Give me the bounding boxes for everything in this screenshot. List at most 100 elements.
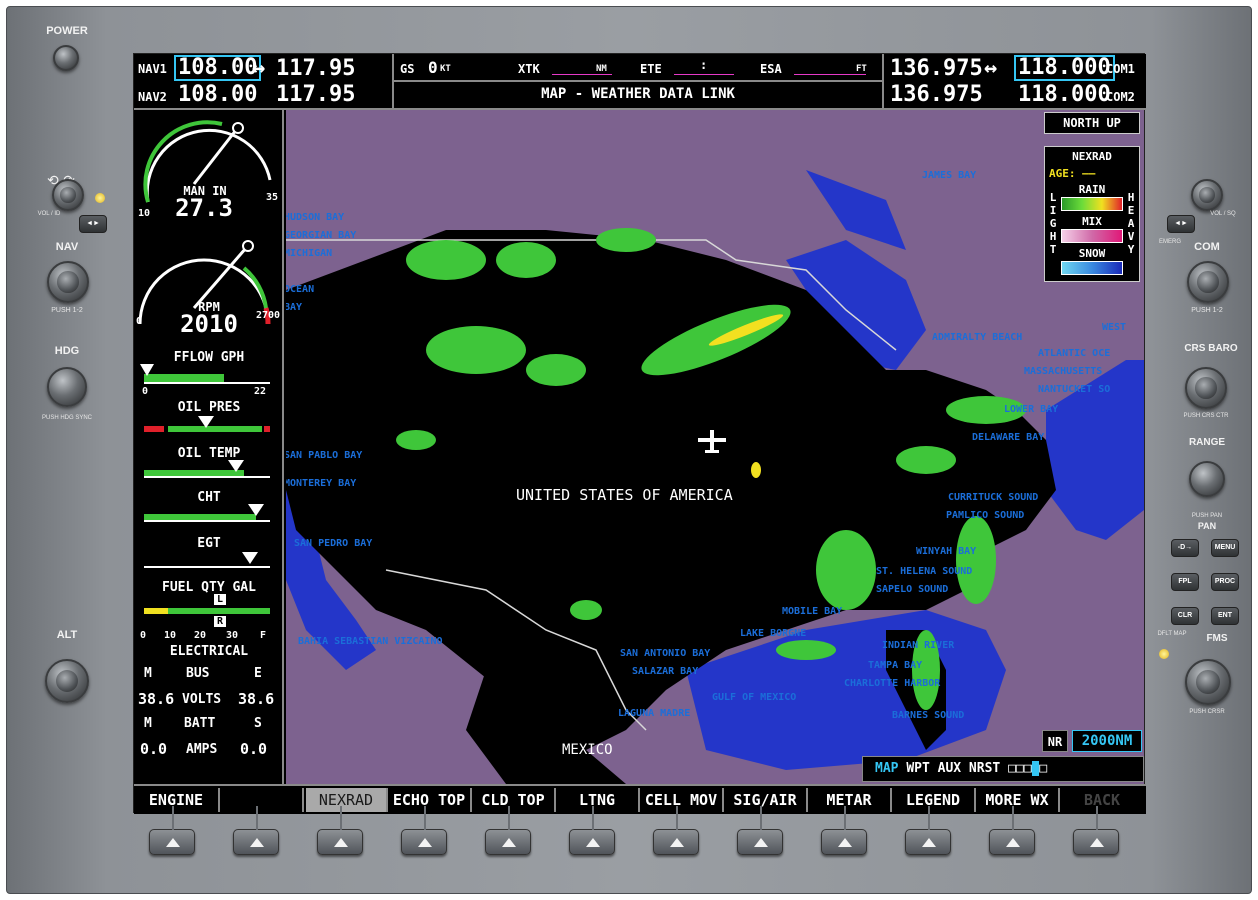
water-label-michigan: MICHIGAN <box>286 248 333 259</box>
cht-label: CHT <box>197 490 221 505</box>
fuel-left-pointer: L <box>214 594 226 605</box>
hw-softkey-2[interactable] <box>233 806 279 855</box>
hw-softkey-9[interactable] <box>821 806 867 855</box>
water-label-mobile: MOBILE BAY <box>782 606 843 617</box>
cht-track <box>144 520 270 522</box>
com-knob[interactable] <box>1187 261 1229 303</box>
com1-active-freq[interactable]: 118.000 <box>1014 55 1115 81</box>
softkey-ltng[interactable]: LTNG <box>556 788 640 812</box>
water-label-borgne: LAKE BORGNE <box>740 628 807 639</box>
hw-softkey-8[interactable] <box>737 806 783 855</box>
crs-push-label: PUSH CRS CTR <box>1183 413 1229 419</box>
water-label-barnes: BARNES SOUND <box>892 710 965 721</box>
fpl-button[interactable]: FPL <box>1171 573 1199 591</box>
hdg-knob[interactable] <box>47 367 87 407</box>
ete-underline <box>674 74 734 75</box>
nav2-active-freq[interactable]: 108.00 <box>178 82 257 107</box>
hw-softkey-10[interactable] <box>905 806 951 855</box>
water-label-san-antonio: SAN ANTONIO BAY <box>620 648 711 659</box>
rpm-max-label: 2700 <box>256 310 281 321</box>
hw-softkey-7[interactable] <box>653 806 699 855</box>
fflow-label: FFLOW GPH <box>173 350 245 365</box>
softkey-back[interactable]: BACK <box>1060 788 1144 812</box>
water-label-vizcaino: BAHIA SEBASTIAN VIZCAINO <box>298 636 443 647</box>
water-label-winyah: WINYAH BAY <box>916 546 977 557</box>
com2-standby-freq[interactable]: 136.975 <box>890 82 983 107</box>
fuel-qty-label: FUEL QTY GAL <box>162 580 256 595</box>
water-label-hudson: HUDSON BAY <box>286 212 345 223</box>
hw-softkey-12[interactable] <box>1073 806 1119 855</box>
hw-softkey-4[interactable] <box>401 806 447 855</box>
alt-knob[interactable] <box>45 659 89 703</box>
proc-button[interactable]: PROC <box>1211 573 1239 591</box>
range-knob[interactable] <box>1189 461 1225 497</box>
softkey-legend[interactable]: LEGEND <box>892 788 976 812</box>
nav1-standby-freq[interactable]: 117.95 <box>276 56 355 81</box>
oil-pres-red-low <box>144 426 164 432</box>
map-range[interactable]: 2000NM <box>1072 730 1142 752</box>
hw-softkey-11[interactable] <box>989 806 1035 855</box>
direct-to-button[interactable]: -D→ <box>1171 539 1199 557</box>
man-min-label: 10 <box>138 208 151 219</box>
nav1-label: NAV1 <box>138 62 167 76</box>
softkey-metar[interactable]: METAR <box>808 788 892 812</box>
com-vol-sq-label: VOL / SQ <box>1210 211 1236 217</box>
page-group-others: WPT AUX NRST <box>906 761 1001 776</box>
crs-baro-knob[interactable] <box>1185 367 1227 409</box>
menu-button[interactable]: MENU <box>1211 539 1239 557</box>
heavy-label: HEAVY <box>1127 191 1135 256</box>
rpm-min-label: 0 <box>136 316 143 327</box>
softkey-nexrad[interactable]: NEXRAD <box>306 788 388 812</box>
egt-track <box>144 566 270 568</box>
oil-pres-red-high <box>264 426 270 432</box>
fuel-yellow <box>144 608 168 614</box>
softkey-sig-air[interactable]: SIG/AIR <box>724 788 808 812</box>
softkey-more-wx[interactable]: MORE WX <box>976 788 1060 812</box>
snow-gradient <box>1061 261 1123 275</box>
softkey-cld-top[interactable]: CLD TOP <box>472 788 556 812</box>
softkey-engine[interactable]: ENGINE <box>134 788 220 812</box>
water-label-pamlico: PAMLICO SOUND <box>946 510 1025 521</box>
hw-softkey-1[interactable] <box>149 806 195 855</box>
power-button[interactable] <box>53 45 79 71</box>
batt-m-label: M <box>144 716 152 731</box>
hw-softkey-5[interactable] <box>485 806 531 855</box>
com1-standby-freq[interactable]: 136.975 <box>890 56 983 81</box>
nav1-active-freq[interactable]: 108.00 <box>174 55 262 81</box>
fms-knob[interactable] <box>1185 659 1231 705</box>
com-vol-knob[interactable] <box>1191 179 1223 211</box>
esa-unit: FT <box>856 64 867 74</box>
fuel-green <box>168 608 270 614</box>
com2-active-freq[interactable]: 118.000 <box>1018 82 1111 107</box>
gs-label: GS <box>400 62 415 76</box>
softkey-blank[interactable] <box>220 788 304 812</box>
light-label: LIGHT <box>1049 191 1057 256</box>
engine-indication-panel: 10 35 MAN IN 27.3 0 2700 RPM 2010 FFLOW … <box>134 110 284 784</box>
water-label-lower-bay: LOWER BAY <box>1004 404 1059 415</box>
title-divider <box>394 80 882 82</box>
map-graphics <box>286 170 1144 784</box>
water-label-georgian: GEORGIAN BAY <box>286 230 357 241</box>
xtk-unit: NM <box>596 64 607 74</box>
com2-label: COM2 <box>1106 90 1135 104</box>
weather-map[interactable]: UNITED STATES OF AMERICA MEXICO JAMES BA… <box>286 110 1144 784</box>
ent-button[interactable]: ENT <box>1211 607 1239 625</box>
clr-button[interactable]: CLR <box>1171 607 1199 625</box>
nav-vol-knob[interactable] <box>52 179 84 211</box>
softkey-echo-top[interactable]: ECHO TOP <box>388 788 472 812</box>
hdg-label: HDG <box>54 345 80 357</box>
nav2-standby-freq[interactable]: 117.95 <box>276 82 355 107</box>
nav-swap-button[interactable]: ◄► <box>79 215 107 233</box>
com-swap-button[interactable]: ◄► <box>1167 215 1195 233</box>
volts-e-value: 38.6 <box>238 690 275 708</box>
hw-softkey-3[interactable] <box>317 806 363 855</box>
softkey-cell-mov[interactable]: CELL MOV <box>640 788 724 812</box>
country-mx-label: MEXICO <box>562 742 613 758</box>
fms-label: FMS <box>1206 633 1228 644</box>
hw-softkey-6[interactable] <box>569 806 615 855</box>
water-label-gulf: GULF OF MEXICO <box>712 692 797 703</box>
nav-knob[interactable] <box>47 261 89 303</box>
gs-value: 0 <box>428 58 438 77</box>
nav-swap-icon: ↔ <box>252 56 266 81</box>
electrical-header: ELECTRICAL <box>169 644 249 659</box>
